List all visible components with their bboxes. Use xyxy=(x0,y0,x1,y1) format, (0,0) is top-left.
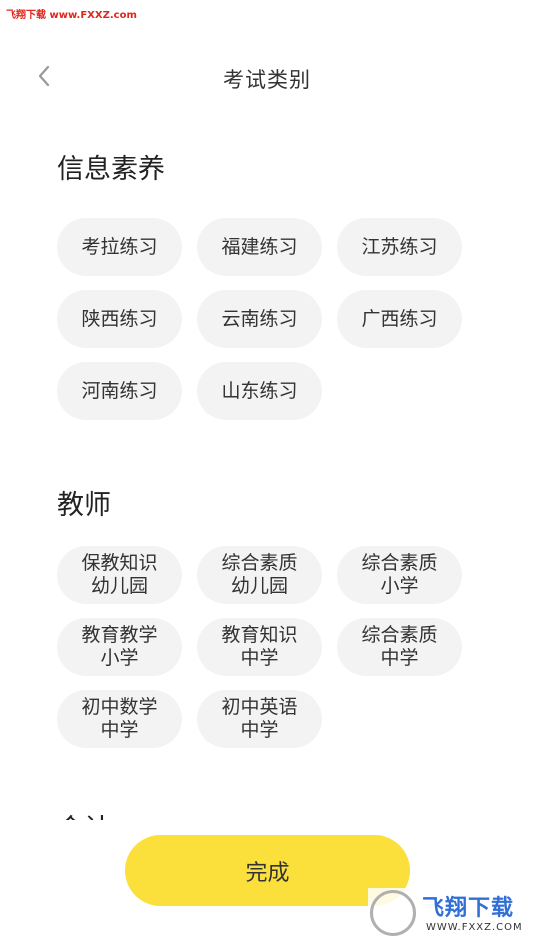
chip-sublabel: 中学 xyxy=(380,647,419,669)
chip-label: 福建练习 xyxy=(221,235,298,258)
chip-label: 教育知识 xyxy=(221,624,298,646)
watermark-url: WWW.FXXZ.COM xyxy=(426,922,523,933)
header-bar: 考试类别 xyxy=(0,52,534,104)
category-chip[interactable]: 初中英语 中学 xyxy=(197,690,322,748)
chip-sublabel: 幼儿园 xyxy=(230,575,288,597)
chip-sublabel: 中学 xyxy=(100,719,139,741)
category-chip[interactable]: 陕西练习 xyxy=(57,290,182,348)
chip-label: 广西练习 xyxy=(361,307,438,330)
chip-label: 河南练习 xyxy=(81,379,158,402)
category-chip[interactable]: 综合素质 幼儿园 xyxy=(197,546,322,604)
chip-label: 山东练习 xyxy=(221,379,298,402)
chip-sublabel: 中学 xyxy=(240,719,279,741)
watermark-circle-icon xyxy=(370,890,416,936)
section-accounting: 会计 xyxy=(0,800,534,820)
page-title: 考试类别 xyxy=(223,68,311,92)
category-chip[interactable]: 教育知识 中学 xyxy=(197,618,322,676)
section-title: 教师 xyxy=(57,490,111,521)
chip-label: 初中数学 xyxy=(81,696,158,718)
category-chip[interactable]: 广西练习 xyxy=(337,290,462,348)
chip-label: 考拉练习 xyxy=(81,235,158,258)
chip-label: 综合素质 xyxy=(221,552,298,574)
category-chip[interactable]: 福建练习 xyxy=(197,218,322,276)
chip-label: 保教知识 xyxy=(81,552,158,574)
category-chip[interactable]: 云南练习 xyxy=(197,290,322,348)
chip-sublabel: 中学 xyxy=(240,647,279,669)
chip-label: 江苏练习 xyxy=(361,235,438,258)
category-list[interactable]: 信息素养 考拉练习 福建练习 江苏练习 陕西练习 云南练习 广西练习 河南练习 … xyxy=(0,140,534,820)
chip-sublabel: 小学 xyxy=(380,575,419,597)
chip-sublabel: 幼儿园 xyxy=(90,575,148,597)
chip-label: 教育教学 xyxy=(81,624,158,646)
chip-sublabel: 小学 xyxy=(100,647,139,669)
chip-label: 综合素质 xyxy=(361,624,438,646)
section-title: 会计 xyxy=(57,800,534,820)
category-chip[interactable]: 综合素质 小学 xyxy=(337,546,462,604)
category-chip[interactable]: 河南练习 xyxy=(57,362,182,420)
section-info-literacy: 信息素养 考拉练习 福建练习 江苏练习 陕西练习 云南练习 广西练习 河南练习 … xyxy=(0,140,534,420)
category-chip[interactable]: 综合素质 中学 xyxy=(337,618,462,676)
category-chip[interactable]: 山东练习 xyxy=(197,362,322,420)
category-chip[interactable]: 教育教学 小学 xyxy=(57,618,182,676)
section-title: 信息素养 xyxy=(57,154,165,185)
watermark-logo: 飞翔下载 WWW.FXXZ.COM xyxy=(368,888,528,940)
chip-label: 初中英语 xyxy=(221,696,298,718)
chip-label: 云南练习 xyxy=(221,307,298,330)
category-chip[interactable]: 江苏练习 xyxy=(337,218,462,276)
chip-label: 陕西练习 xyxy=(81,307,158,330)
category-chip[interactable]: 考拉练习 xyxy=(57,218,182,276)
watermark-text: 飞翔下载 www.FXXZ.com xyxy=(6,10,137,21)
chip-label: 综合素质 xyxy=(361,552,438,574)
category-chip[interactable]: 保教知识 幼儿园 xyxy=(57,546,182,604)
watermark-logo-text: 飞翔下载 xyxy=(422,896,515,921)
category-chip[interactable]: 初中数学 中学 xyxy=(57,690,182,748)
section-teacher: 教师 保教知识 幼儿园 综合素质 幼儿园 综合素质 小学 教育教学 小学 教育知识 中学 … xyxy=(0,476,534,748)
